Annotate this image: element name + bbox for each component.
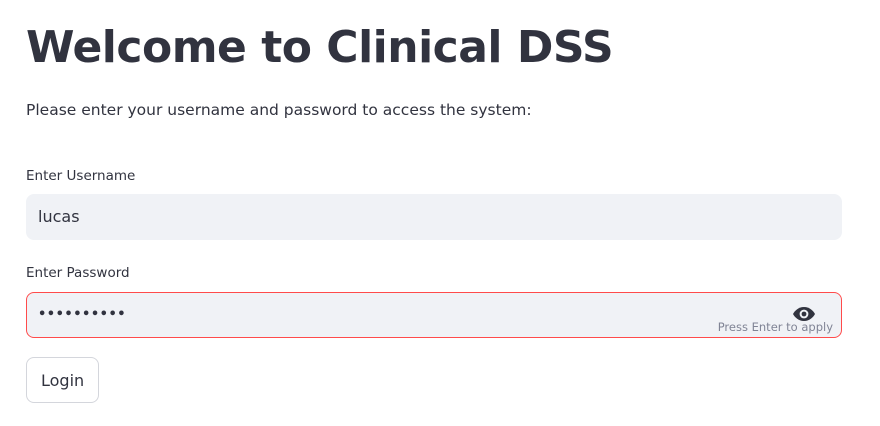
page-title: Welcome to Clinical DSS [26, 22, 614, 73]
username-label: Enter Username [26, 168, 136, 184]
press-enter-hint: Press Enter to apply [717, 320, 833, 334]
username-value[interactable]: lucas [38, 207, 80, 227]
password-label: Enter Password [26, 265, 130, 281]
username-field[interactable]: lucas [26, 194, 842, 240]
password-field[interactable]: •••••••••• Press Enter to apply [26, 292, 842, 338]
intro-text: Please enter your username and password … [26, 101, 532, 119]
password-value[interactable]: •••••••••• [38, 305, 126, 325]
login-button[interactable]: Login [26, 357, 100, 403]
